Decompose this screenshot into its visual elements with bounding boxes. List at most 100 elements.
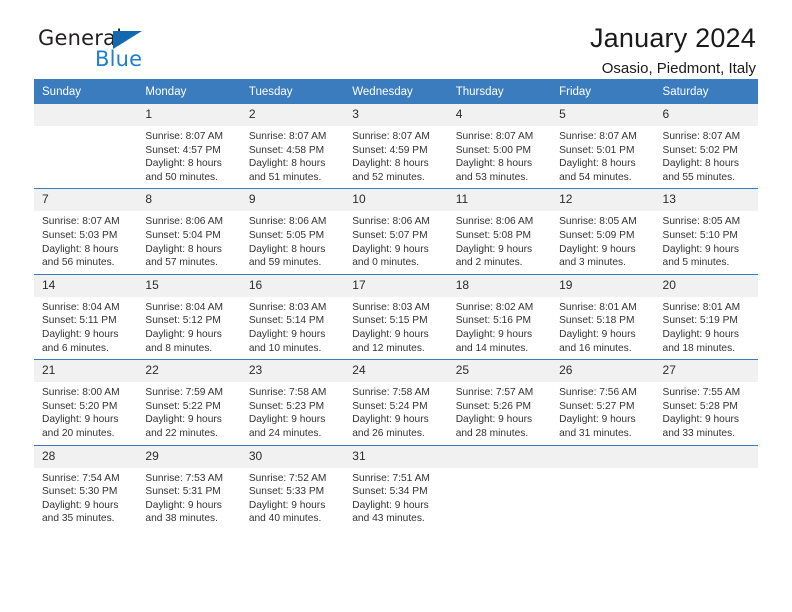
day-number: 8 xyxy=(137,189,241,212)
sunrise-text: Sunrise: 8:07 AM xyxy=(42,216,120,228)
daylight-text: Daylight: 9 hours xyxy=(662,414,739,426)
daylight-text: Daylight: 9 hours xyxy=(662,328,739,340)
daylight-text: and 10 minutes. xyxy=(248,342,322,354)
sunset-text: Sunset: 4:59 PM xyxy=(352,144,428,156)
calendar-column-header-friday: Friday xyxy=(551,79,655,104)
sunrise-text: Sunrise: 7:59 AM xyxy=(145,387,224,399)
day-number: 23 xyxy=(240,360,345,383)
sunset-text: Sunset: 5:02 PM xyxy=(662,144,738,156)
day-number: 3 xyxy=(344,104,448,126)
calendar-day-cell[interactable]: 4 Sunrise: 8:07 AM Sunset: 5:00 PM Daylight… xyxy=(447,104,552,189)
sunrise-text: Sunrise: 8:07 AM xyxy=(248,131,327,142)
calendar-day-cell[interactable]: 3 Sunrise: 8:07 AM Sunset: 4:59 PM Daylight… xyxy=(344,104,448,189)
sunrise-text: Sunrise: 8:07 AM xyxy=(662,131,741,142)
day-details: Sunrise: 8:02 AM Sunset: 5:16 PM Daylight:… xyxy=(448,297,551,359)
sunset-text: Sunset: 5:10 PM xyxy=(662,229,738,241)
daylight-text: and 31 minutes. xyxy=(559,427,632,439)
day-number xyxy=(34,104,138,126)
calendar-day-cell[interactable]: 13 Sunrise: 8:05 AM Sunset: 5:10 PM Dayligh… xyxy=(654,188,758,275)
calendar-day-cell[interactable]: 21 Sunrise: 8:00 AM Sunset: 5:20 PM Dayligh… xyxy=(34,359,138,445)
day-number: 29 xyxy=(137,445,241,468)
calendar-day-cell-empty xyxy=(654,444,758,530)
calendar-day-cell[interactable]: 8 Sunrise: 8:06 AM Sunset: 5:04 PM Daylight… xyxy=(137,188,241,275)
sunrise-text: Sunrise: 7:58 AM xyxy=(352,387,430,399)
sunset-text: Sunset: 5:34 PM xyxy=(352,486,428,498)
daylight-text: Daylight: 9 hours xyxy=(352,243,429,255)
calendar-day-cell[interactable]: 9 Sunrise: 8:06 AM Sunset: 5:05 PM Daylight… xyxy=(240,188,345,275)
day-details: Sunrise: 8:07 AM Sunset: 4:57 PM Daylight:… xyxy=(137,126,240,188)
sunrise-text: Sunrise: 8:05 AM xyxy=(662,216,741,228)
daylight-text: and 56 minutes. xyxy=(42,257,115,269)
daylight-text: and 53 minutes. xyxy=(455,171,529,183)
calendar-day-cell[interactable]: 16 Sunrise: 8:03 AM Sunset: 5:14 PM Dayligh… xyxy=(240,273,345,360)
calendar-day-cell[interactable]: 5 Sunrise: 8:07 AM Sunset: 5:01 PM Daylight… xyxy=(551,104,655,189)
calendar-day-cell[interactable]: 30 Sunrise: 7:52 AM Sunset: 5:33 PM Dayligh… xyxy=(240,444,345,530)
daylight-text: Daylight: 9 hours xyxy=(559,328,636,340)
calendar-day-cell[interactable]: 31 Sunrise: 7:51 AM Sunset: 5:34 PM Dayligh… xyxy=(344,444,448,530)
calendar-day-cell[interactable]: 10 Sunrise: 8:06 AM Sunset: 5:07 PM Dayligh… xyxy=(344,188,448,275)
calendar-day-cell[interactable]: 2 Sunrise: 8:07 AM Sunset: 4:58 PM Daylight… xyxy=(240,104,345,189)
sunrise-text: Sunrise: 8:07 AM xyxy=(145,131,224,142)
general-blue-logo[interactable]: General Blue xyxy=(38,26,188,74)
calendar-day-cell[interactable]: 20 Sunrise: 8:01 AM Sunset: 5:19 PM Dayligh… xyxy=(654,273,758,360)
calendar-day-cell[interactable]: 1 Sunrise: 8:07 AM Sunset: 4:57 PM Daylight… xyxy=(137,104,241,189)
calendar-day-cell-empty xyxy=(551,444,655,530)
daylight-text: Daylight: 9 hours xyxy=(352,414,429,426)
day-details: Sunrise: 8:04 AM Sunset: 5:12 PM Daylight:… xyxy=(137,297,240,359)
day-number: 27 xyxy=(654,360,758,383)
daylight-text: and 16 minutes. xyxy=(559,342,632,354)
sunrise-text: Sunrise: 8:04 AM xyxy=(42,301,120,313)
sunset-text: Sunset: 5:00 PM xyxy=(455,144,532,156)
calendar-day-cell[interactable]: 7 Sunrise: 8:07 AM Sunset: 5:03 PM Daylight… xyxy=(34,188,138,275)
calendar-day-cell[interactable]: 28 Sunrise: 7:54 AM Sunset: 5:30 PM Dayligh… xyxy=(34,444,138,530)
sunrise-sunset-calendar-table: Sunday Monday Tuesday Wednesday Thursday Frid… xyxy=(34,79,758,530)
day-details: Sunrise: 7:59 AM Sunset: 5:22 PM Daylight:… xyxy=(137,382,240,444)
daylight-text: Daylight: 9 hours xyxy=(248,499,326,511)
day-number: 2 xyxy=(240,104,345,126)
daylight-text: Daylight: 8 hours xyxy=(352,158,429,170)
day-details: Sunrise: 7:55 AM Sunset: 5:28 PM Daylight:… xyxy=(655,382,758,444)
day-number: 31 xyxy=(344,445,448,468)
calendar-day-cell[interactable]: 12 Sunrise: 8:05 AM Sunset: 5:09 PM Dayligh… xyxy=(551,188,655,275)
calendar-day-cell[interactable]: 6 Sunrise: 8:07 AM Sunset: 5:02 PM Daylight… xyxy=(654,104,758,189)
calendar-day-cell[interactable]: 17 Sunrise: 8:03 AM Sunset: 5:15 PM Dayligh… xyxy=(344,273,448,360)
calendar-week-row: 7 Sunrise: 8:07 AM Sunset: 5:03 PM Daylight… xyxy=(34,188,758,275)
calendar-column-header-monday: Monday xyxy=(137,79,241,104)
calendar-day-cell[interactable]: 23 Sunrise: 7:58 AM Sunset: 5:23 PM Dayligh… xyxy=(240,359,345,445)
sunrise-text: Sunrise: 7:55 AM xyxy=(662,387,741,399)
sunset-text: Sunset: 5:15 PM xyxy=(352,315,428,327)
calendar-day-cell[interactable]: 25 Sunrise: 7:57 AM Sunset: 5:26 PM Dayligh… xyxy=(447,359,552,445)
daylight-text: and 26 minutes. xyxy=(352,427,425,439)
calendar-day-cell[interactable]: 22 Sunrise: 7:59 AM Sunset: 5:22 PM Dayligh… xyxy=(137,359,241,445)
daylight-text: Daylight: 9 hours xyxy=(455,328,533,340)
sunrise-text: Sunrise: 7:56 AM xyxy=(559,387,637,399)
day-number: 9 xyxy=(240,189,345,212)
calendar-week-row: 21 Sunrise: 8:00 AM Sunset: 5:20 PM Dayligh… xyxy=(34,359,758,445)
calendar-page: General Blue January 2024 Osasio, Piedmo… xyxy=(0,0,792,612)
daylight-text: and 14 minutes. xyxy=(455,342,529,354)
daylight-text: and 28 minutes. xyxy=(455,427,529,439)
daylight-text: and 6 minutes. xyxy=(42,342,109,354)
calendar-day-cell[interactable]: 19 Sunrise: 8:01 AM Sunset: 5:18 PM Dayligh… xyxy=(551,273,655,360)
calendar-day-cell[interactable]: 26 Sunrise: 7:56 AM Sunset: 5:27 PM Dayligh… xyxy=(551,359,655,445)
daylight-text: and 43 minutes. xyxy=(352,513,425,525)
calendar-day-cell[interactable]: 18 Sunrise: 8:02 AM Sunset: 5:16 PM Dayligh… xyxy=(447,273,552,360)
calendar-day-cell[interactable]: 27 Sunrise: 7:55 AM Sunset: 5:28 PM Dayligh… xyxy=(654,359,758,445)
day-number: 26 xyxy=(551,360,655,383)
sunset-text: Sunset: 5:26 PM xyxy=(455,400,532,412)
calendar-day-cell[interactable]: 24 Sunrise: 7:58 AM Sunset: 5:24 PM Dayligh… xyxy=(344,359,448,445)
day-number: 5 xyxy=(551,104,655,126)
calendar-day-cell[interactable]: 14 Sunrise: 8:04 AM Sunset: 5:11 PM Dayligh… xyxy=(34,273,138,360)
day-number: 10 xyxy=(344,189,448,212)
calendar-day-cell[interactable]: 11 Sunrise: 8:06 AM Sunset: 5:08 PM Dayligh… xyxy=(447,188,552,275)
day-number: 1 xyxy=(137,104,241,126)
daylight-text: and 5 minutes. xyxy=(662,257,730,269)
page-header: General Blue January 2024 Osasio, Piedmo… xyxy=(34,0,758,77)
daylight-text: Daylight: 9 hours xyxy=(145,414,222,426)
sunset-text: Sunset: 5:23 PM xyxy=(248,400,325,412)
day-details: Sunrise: 8:07 AM Sunset: 4:59 PM Daylight:… xyxy=(344,126,447,188)
day-number: 16 xyxy=(240,274,345,297)
calendar-day-cell[interactable]: 15 Sunrise: 8:04 AM Sunset: 5:12 PM Dayligh… xyxy=(137,273,241,360)
sunset-text: Sunset: 5:33 PM xyxy=(248,486,325,498)
calendar-day-cell[interactable]: 29 Sunrise: 7:53 AM Sunset: 5:31 PM Dayligh… xyxy=(137,444,241,530)
